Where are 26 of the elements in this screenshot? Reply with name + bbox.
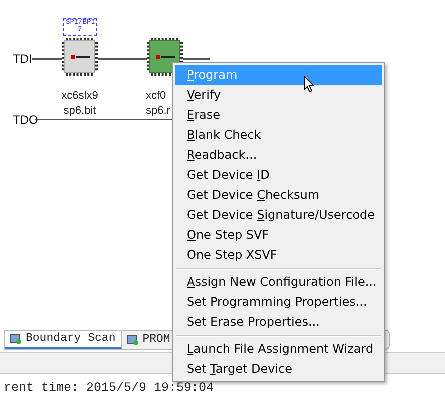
wire-line <box>32 58 62 60</box>
device-name: xc6slx9 <box>62 90 98 103</box>
file-name: sp6.bit <box>64 105 96 118</box>
menu-item[interactable]: Set Erase Properties... <box>175 312 382 332</box>
menu-item[interactable]: Launch File Assignment Wizard <box>175 339 382 359</box>
menu-item[interactable]: Blank Check <box>175 125 382 145</box>
wire-line <box>98 58 147 60</box>
cursor-icon <box>304 76 315 93</box>
menu-item[interactable]: One Step SVF <box>175 225 382 245</box>
menu-item[interactable]: Assign New Configuration File... <box>175 272 382 292</box>
menu-item[interactable]: Get Device ID <box>175 165 382 185</box>
wire-line <box>183 58 210 60</box>
device-name: xcf0 <box>146 90 166 103</box>
menu-item[interactable]: One Step XSVF <box>175 245 382 265</box>
console-line: rent time: 2015/5/9 19:59:04 <box>3 381 216 395</box>
tab[interactable]: Boundary Scan <box>5 331 122 349</box>
menu-item[interactable]: Verify <box>175 85 382 105</box>
menu-item[interactable]: Get Device Checksum <box>175 185 382 205</box>
menu-item[interactable]: Erase <box>175 105 382 125</box>
signal-label: TDI <box>13 51 32 68</box>
menu-item[interactable]: Set Programming Properties... <box>175 292 382 312</box>
menu-item[interactable]: Set Target Device <box>175 359 382 379</box>
menu-item[interactable]: Readback... <box>175 145 382 165</box>
signal-label: TDO <box>13 112 38 129</box>
file-name: sp6.r <box>146 105 170 118</box>
menu-item[interactable]: Get Device Signature/Usercode <box>175 205 382 225</box>
